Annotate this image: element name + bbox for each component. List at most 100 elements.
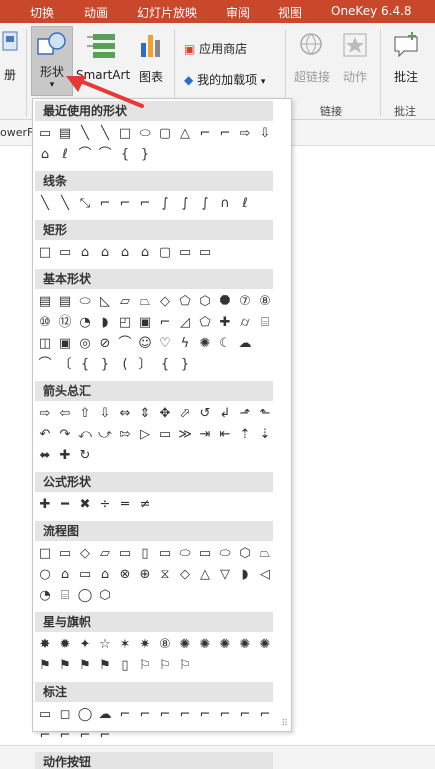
shape-icon[interactable]: ╲	[75, 124, 95, 143]
shape-icon[interactable]: ⬌	[35, 446, 55, 465]
shape-icon[interactable]: ∫	[155, 194, 175, 213]
shape-icon[interactable]: ⑧	[255, 292, 275, 311]
shape-icon[interactable]: ⚑	[95, 656, 115, 675]
shape-icon[interactable]: ⌂	[95, 243, 115, 262]
shape-icon[interactable]: ⚑	[55, 656, 75, 675]
shape-icon[interactable]: ✷	[135, 635, 155, 654]
shape-icon[interactable]: ✶	[115, 635, 135, 654]
shape-icon[interactable]: ◻	[55, 705, 75, 724]
shape-icon[interactable]: ⧖	[155, 565, 175, 584]
shape-icon[interactable]: ☁	[95, 705, 115, 724]
shape-icon[interactable]: ▤	[55, 292, 75, 311]
shape-icon[interactable]: ⚑	[75, 656, 95, 675]
shape-icon[interactable]: ↷	[55, 425, 75, 444]
shape-icon[interactable]: ╲	[35, 194, 55, 213]
shape-icon[interactable]: ⌒	[115, 334, 135, 353]
shape-icon[interactable]: ⌐	[95, 194, 115, 213]
shape-icon[interactable]: ━	[55, 495, 75, 514]
shape-icon[interactable]: ⑧	[155, 635, 175, 654]
shape-icon[interactable]: ⤻	[95, 425, 115, 444]
shape-icon[interactable]: ✺	[195, 635, 215, 654]
shape-icon[interactable]: ⌂	[135, 243, 155, 262]
shape-icon[interactable]: ℓ	[55, 145, 75, 164]
shape-icon[interactable]: ☆	[95, 635, 115, 654]
shape-icon[interactable]: ⇔	[115, 404, 135, 423]
shape-icon[interactable]: ✦	[75, 635, 95, 654]
shape-icon[interactable]: ⌂	[95, 565, 115, 584]
shape-icon[interactable]: ⬑	[255, 404, 275, 423]
shape-icon[interactable]: ⬀	[175, 404, 195, 423]
shape-icon[interactable]: {	[115, 145, 135, 164]
shape-icon[interactable]: ⌐	[155, 705, 175, 724]
shape-icon[interactable]: ▣	[55, 334, 75, 353]
album-button-partial[interactable]: 册	[0, 29, 20, 83]
shape-icon[interactable]: ✺	[255, 635, 275, 654]
shape-icon[interactable]: {	[155, 355, 175, 374]
shape-icon[interactable]: ⌂	[55, 565, 75, 584]
shape-icon[interactable]: ⌂	[115, 243, 135, 262]
shape-icon[interactable]: ⌸	[255, 313, 275, 332]
shape-icon[interactable]: ⇨	[235, 124, 255, 143]
shape-icon[interactable]: ◁	[255, 565, 275, 584]
shape-icon[interactable]: ◗	[235, 565, 255, 584]
shape-icon[interactable]: ⌒	[75, 145, 95, 164]
tab-review[interactable]: 审阅	[226, 4, 250, 21]
shape-icon[interactable]: ⬡	[95, 586, 115, 605]
shape-icon[interactable]: ⇨	[35, 404, 55, 423]
shape-icon[interactable]: ⑩	[35, 313, 55, 332]
shape-icon[interactable]: ϟ	[175, 334, 195, 353]
shape-icon[interactable]: ⬭	[215, 544, 235, 563]
shape-icon[interactable]: ✺	[235, 635, 255, 654]
shape-icon[interactable]: ▣	[135, 313, 155, 332]
shape-icon[interactable]: ⤺	[75, 425, 95, 444]
shape-icon[interactable]: ⌐	[75, 726, 95, 745]
shape-icon[interactable]: ▱	[95, 544, 115, 563]
action-button[interactable]: 动作	[338, 31, 372, 85]
shape-icon[interactable]: ✚	[35, 495, 55, 514]
shape-icon[interactable]: △	[175, 124, 195, 143]
shape-icon[interactable]: ⚐	[135, 656, 155, 675]
shape-icon[interactable]: ⌐	[155, 313, 175, 332]
shape-icon[interactable]: ⌐	[135, 194, 155, 213]
shape-icon[interactable]: ◿	[175, 313, 195, 332]
shape-icon[interactable]: ▭	[35, 124, 55, 143]
shape-icon[interactable]: ≠	[135, 495, 155, 514]
shape-icon[interactable]: □	[35, 243, 55, 262]
shape-icon[interactable]: ▷	[135, 425, 155, 444]
shape-icon[interactable]: ⚐	[155, 656, 175, 675]
shape-icon[interactable]: ▯	[115, 656, 135, 675]
shape-icon[interactable]: ⇩	[255, 124, 275, 143]
shape-icon[interactable]: ◰	[115, 313, 135, 332]
shape-icon[interactable]: ╲	[95, 124, 115, 143]
shape-icon[interactable]: □	[115, 124, 135, 143]
app-store-button[interactable]: ▣ 应用商店	[184, 40, 247, 57]
shape-icon[interactable]: ⌐	[135, 705, 155, 724]
shape-icon[interactable]: ▯	[135, 544, 155, 563]
shape-icon[interactable]: ▭	[115, 544, 135, 563]
shape-icon[interactable]: ▭	[175, 243, 195, 262]
shape-icon[interactable]: (	[115, 355, 135, 374]
shape-icon[interactable]: ⌐	[175, 705, 195, 724]
shape-icon[interactable]: ⌐	[95, 726, 115, 745]
shape-icon[interactable]: △	[195, 565, 215, 584]
shape-icon[interactable]: ⑫	[55, 313, 75, 332]
my-addins-button[interactable]: ◆ 我的加载项 ▾	[184, 71, 265, 88]
shape-icon[interactable]: ◇	[155, 292, 175, 311]
shape-icon[interactable]: ▤	[35, 292, 55, 311]
shape-icon[interactable]: }	[95, 355, 115, 374]
shape-icon[interactable]: ⌐	[115, 194, 135, 213]
shape-icon[interactable]: ⊘	[95, 334, 115, 353]
shape-icon[interactable]: }	[175, 355, 195, 374]
shape-icon[interactable]: ℓ	[235, 194, 255, 213]
shape-icon[interactable]: ⬡	[235, 544, 255, 563]
shape-icon[interactable]: ⌐	[255, 705, 275, 724]
shape-icon[interactable]: ◇	[75, 544, 95, 563]
shape-icon[interactable]: ⬭	[175, 544, 195, 563]
shape-icon[interactable]: }	[135, 145, 155, 164]
shape-icon[interactable]: ⤡	[75, 194, 95, 213]
shape-icon[interactable]: ⬡	[195, 292, 215, 311]
shape-icon[interactable]: ☺	[135, 334, 155, 353]
shape-icon[interactable]: ✖	[75, 495, 95, 514]
shape-icon[interactable]: ⬠	[175, 292, 195, 311]
shape-icon[interactable]: ∫	[175, 194, 195, 213]
